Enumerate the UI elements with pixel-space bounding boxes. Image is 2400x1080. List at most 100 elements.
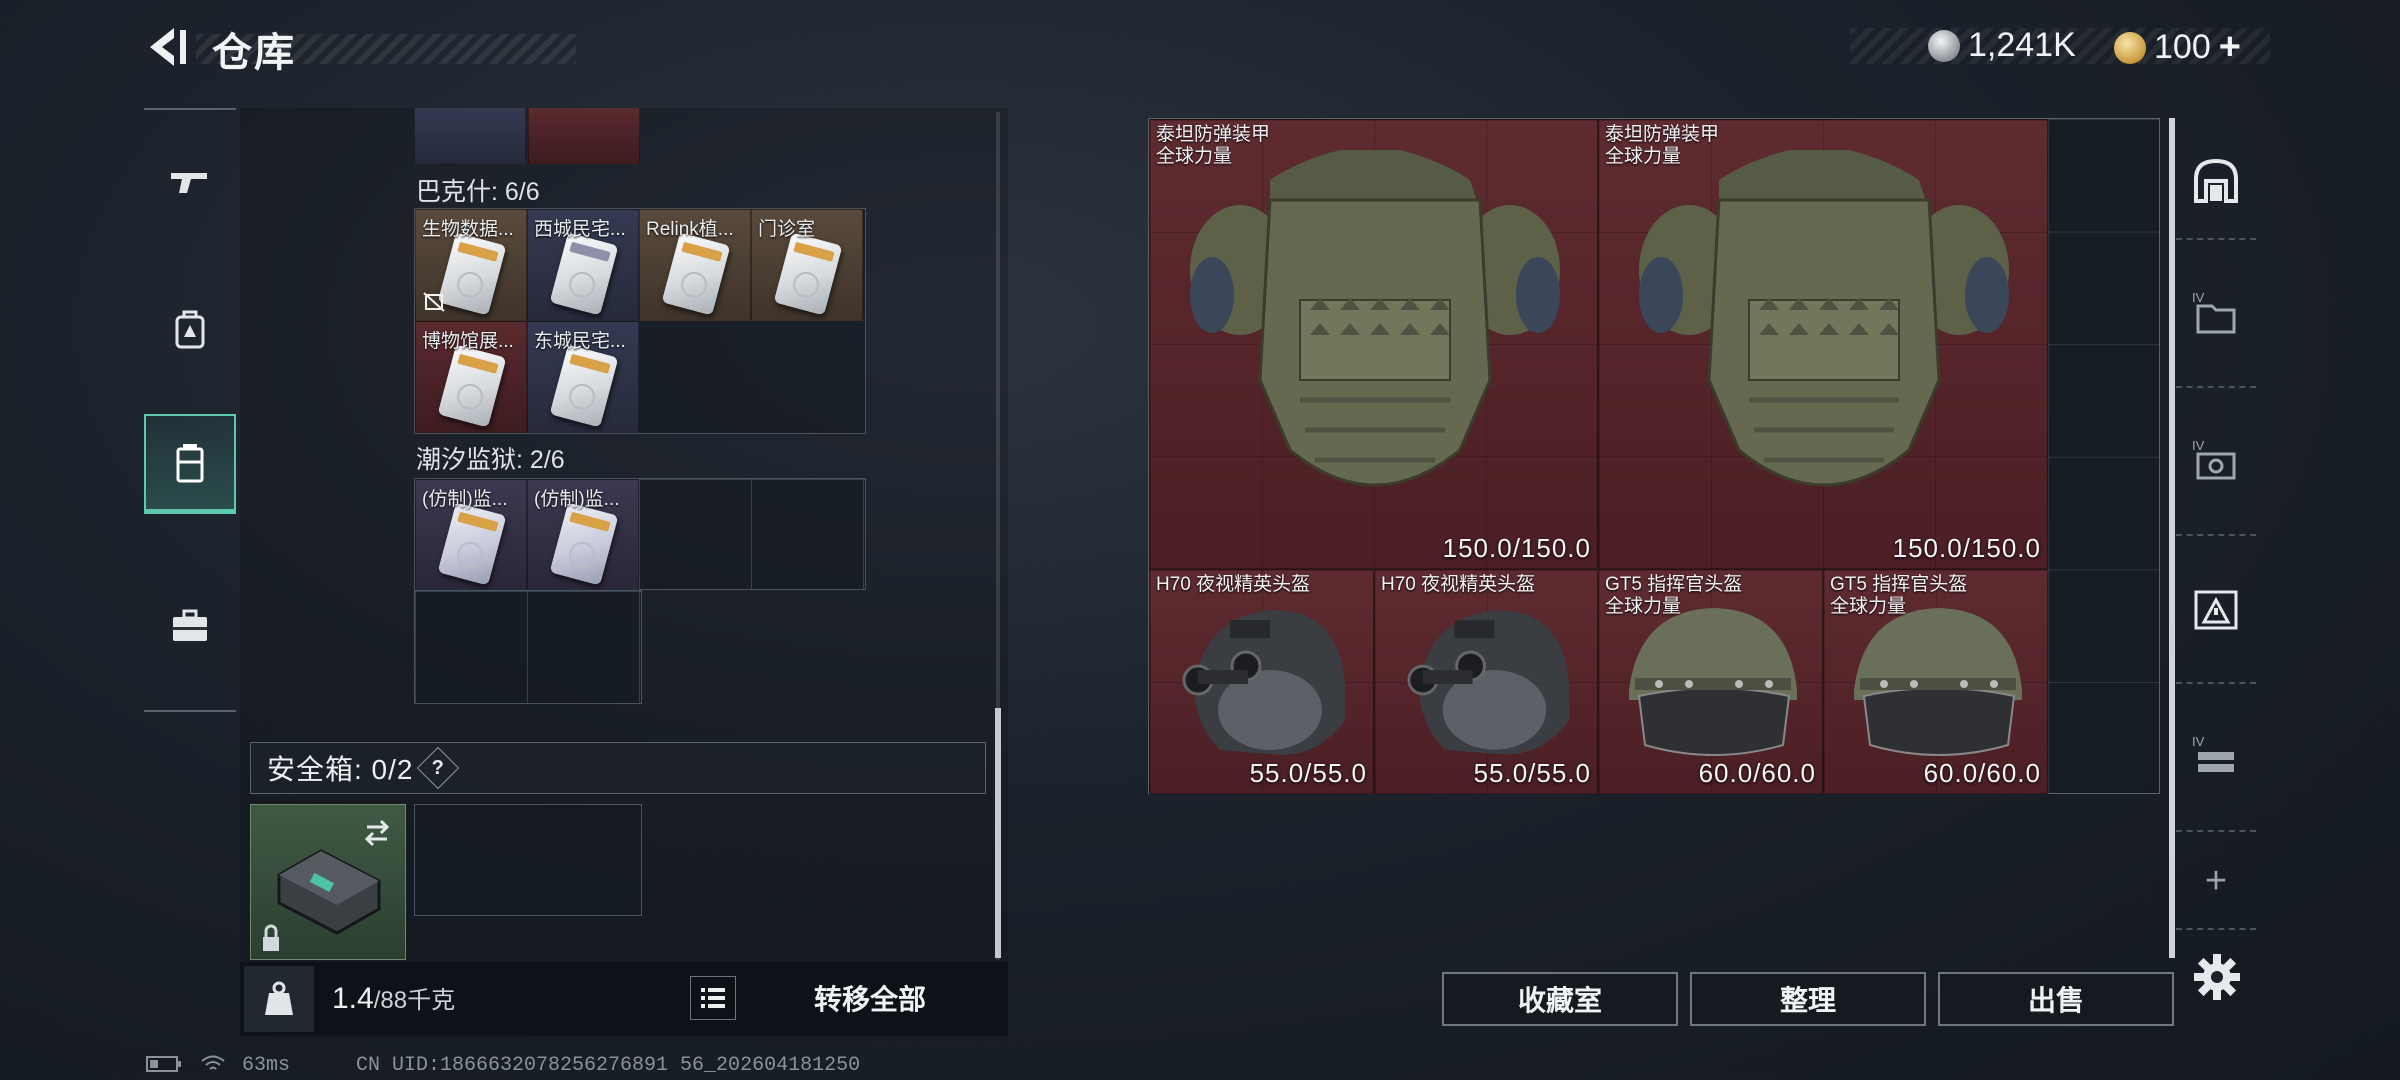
helmet-item[interactable]: GT5 指挥官头盔 全球力量 60.0/60.0 (1598, 569, 1823, 794)
safe-box-empty-slots[interactable] (414, 804, 642, 916)
keycard-icon (437, 232, 507, 316)
tab-weapons[interactable] (144, 132, 236, 232)
keycard-item[interactable]: 门诊室 (751, 209, 863, 321)
sell-button[interactable]: 出售 (1938, 972, 2174, 1026)
keycard-icon (549, 232, 619, 316)
svg-text:IV: IV (2192, 734, 2205, 749)
collection-room-button[interactable]: 收藏室 (1442, 972, 1678, 1026)
plus-icon: + (2204, 859, 2228, 902)
keycard-item[interactable]: 西城民宅... (527, 209, 639, 321)
durability-label: 150.0/150.0 (1892, 533, 2041, 563)
tab-container[interactable] (144, 414, 236, 514)
organize-button[interactable]: 整理 (1690, 972, 1926, 1026)
partial-item[interactable] (528, 108, 640, 164)
partial-item[interactable] (414, 108, 526, 164)
body-armor-icon (1639, 150, 2009, 487)
safe-box-label: 安全箱: 0/2 (267, 754, 414, 785)
helmet-item[interactable]: H70 夜视精英头盔 55.0/55.0 (1149, 569, 1374, 794)
item-name: H70 夜视精英头盔 (1156, 574, 1311, 595)
backpack-icon (175, 310, 205, 349)
page-title: 仓库 (212, 31, 296, 75)
keycard-icon (437, 344, 507, 428)
tab-storage-2[interactable]: IV (2176, 242, 2256, 388)
gold-coin-icon (2114, 31, 2146, 64)
keycard-item[interactable]: 东城民宅... (527, 321, 639, 433)
keycard-item[interactable]: 博物馆展... (415, 321, 527, 433)
helmet-item[interactable]: H70 夜视精英头盔 55.0/55.0 (1374, 569, 1598, 794)
armor-item[interactable]: 泰坦防弹装甲 全球力量 150.0/150.0 (1598, 119, 2048, 569)
keycard-icon (661, 232, 731, 316)
no-sell-icon (423, 292, 445, 312)
battery-icon (146, 1054, 182, 1080)
keycard-icon (549, 502, 619, 586)
tier4-gear-icon: IV (2192, 438, 2236, 480)
weight-icon-box (244, 966, 314, 1032)
gun-icon (171, 173, 207, 193)
silver-coin-icon (1928, 29, 1960, 62)
gear-icon (2194, 954, 2240, 1000)
weight-readout: 1.4/88千克 (332, 982, 456, 1015)
durability-label: 55.0/55.0 (1249, 758, 1367, 788)
group-label-bakeshi: 巴克什: 6/6 (416, 178, 540, 206)
keycard-item[interactable]: (仿制)监... (527, 479, 639, 591)
back-arrow-icon (150, 28, 186, 66)
back-button[interactable] (140, 22, 190, 72)
tier4-folder-icon: IV (2192, 290, 2236, 334)
silver-amount: 1,241K (1968, 26, 2076, 64)
durability-label: 60.0/60.0 (1698, 758, 1816, 788)
uid-readout: CN UID:1866632078256276891 56_2026041812… (356, 1054, 861, 1077)
svg-text:IV: IV (2192, 290, 2205, 305)
storage-scroll-thumb[interactable] (2169, 118, 2175, 958)
item-name: 泰坦防弹装甲 全球力量 (1605, 124, 1720, 167)
keycard-item[interactable]: 生物数据... (415, 209, 527, 321)
safe-box-header: 安全箱: 0/2 ? (250, 742, 986, 794)
keycard-icon (437, 502, 507, 586)
home-storage-icon (2194, 158, 2238, 203)
backpack-scroll-thumb[interactable] (995, 708, 1001, 958)
helmet-item[interactable]: GT5 指挥官头盔 全球力量 60.0/60.0 (1823, 569, 2048, 794)
keycard-item[interactable]: (仿制)监... (415, 479, 527, 591)
category-tabs (144, 108, 236, 712)
tab-storage-3[interactable]: IV (2176, 390, 2256, 536)
tier4-rack-icon: IV (2192, 734, 2234, 772)
svg-text:IV: IV (2192, 438, 2205, 453)
durability-label: 55.0/55.0 (1473, 758, 1591, 788)
armor-item[interactable]: 泰坦防弹装甲 全球力量 150.0/150.0 (1149, 119, 1598, 569)
group-grid: (仿制)监... (仿制)监... (414, 478, 866, 591)
tab-backpack[interactable] (144, 280, 236, 380)
list-view-button[interactable] (690, 976, 736, 1020)
group-grid: 生物数据... 西城民宅... Relink植... 门诊室 博物馆展... 东… (414, 208, 866, 434)
item-name: H70 夜视精英头盔 (1381, 574, 1536, 595)
tab-main-storage[interactable] (2176, 124, 2256, 240)
storage-tabs: IV IV IV + + (2176, 108, 2256, 1038)
tab-storage-4[interactable] (2176, 538, 2256, 684)
storage-grid: 泰坦防弹装甲 全球力量 150.0/150.0 泰坦防弹装甲 全球力量 150.0/… (1148, 118, 2160, 794)
group-label-tidal-prison: 潮汐监狱: 2/6 (416, 446, 565, 474)
add-storage-tab[interactable]: + (2176, 834, 2256, 930)
add-currency-button[interactable]: + (2219, 26, 2241, 69)
warning-box-icon (2194, 590, 2238, 630)
item-name: GT5 指挥官头盔 全球力量 (1830, 574, 1968, 617)
tab-storage-5[interactable]: IV (2176, 686, 2256, 832)
ping-readout: 63ms (242, 1054, 291, 1077)
settings-button[interactable] (2192, 952, 2242, 1002)
safe-box-item[interactable] (250, 804, 406, 960)
container-icon (176, 443, 204, 482)
silver-currency: 1,241K (1928, 26, 2076, 65)
secure-case-icon (263, 819, 390, 951)
tab-misc[interactable] (144, 576, 236, 676)
gold-amount: 100 (2154, 28, 2211, 66)
transfer-all-button[interactable]: 转移全部 (780, 976, 960, 1020)
help-button[interactable]: ? (417, 746, 460, 790)
durability-label: 60.0/60.0 (1923, 758, 2041, 788)
wifi-icon (200, 1054, 226, 1080)
item-name: GT5 指挥官头盔 全球力量 (1605, 574, 1743, 617)
gold-currency[interactable]: 100 + (2114, 26, 2241, 69)
briefcase-icon (173, 609, 207, 641)
keycard-icon (773, 232, 843, 316)
durability-label: 150.0/150.0 (1442, 533, 1591, 563)
body-armor-icon (1190, 150, 1560, 487)
empty-slots[interactable] (414, 590, 642, 704)
keycard-item[interactable]: Relink植... (639, 209, 751, 321)
item-name: 泰坦防弹装甲 全球力量 (1156, 124, 1271, 167)
